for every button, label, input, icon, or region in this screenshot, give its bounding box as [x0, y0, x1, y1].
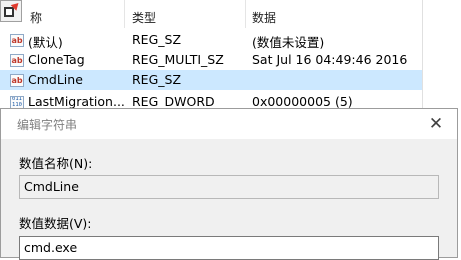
- string-value-icon: ab: [10, 54, 24, 67]
- row-type: REG_SZ: [132, 32, 182, 47]
- row-name: CmdLine: [28, 72, 83, 87]
- column-type-header[interactable]: 类型: [132, 9, 156, 26]
- app-logo-icon: [0, 0, 22, 22]
- row-name: (默认): [28, 35, 63, 50]
- row-type: REG_MULTI_SZ: [132, 52, 224, 67]
- registry-row-default[interactable]: ab (默认) REG_SZ (数值未设置): [0, 30, 430, 50]
- close-icon[interactable]: ✕: [425, 114, 447, 134]
- column-divider[interactable]: [245, 0, 246, 28]
- value-name-field: CmdLine: [19, 175, 439, 199]
- row-type: REG_SZ: [132, 72, 182, 87]
- registry-value-list: 称 类型 数据 ab (默认) REG_SZ (数值未设置) ab CloneT…: [0, 0, 431, 112]
- row-name: CloneTag: [28, 52, 85, 67]
- vertical-scrollbar[interactable]: [422, 0, 431, 112]
- column-header: 称 类型 数据: [0, 0, 430, 28]
- value-data-input[interactable]: cmd.exe: [19, 236, 439, 260]
- value-name-label: 数值名称(N):: [19, 156, 93, 171]
- column-name-header[interactable]: 称: [30, 9, 42, 26]
- column-data-header[interactable]: 数据: [252, 9, 276, 26]
- row-data: (数值未设置): [252, 35, 325, 50]
- registry-row-clonetag[interactable]: ab CloneTag REG_MULTI_SZ Sat Jul 16 04:4…: [0, 50, 430, 70]
- string-value-icon: ab: [10, 74, 24, 87]
- string-value-icon: ab: [10, 34, 24, 47]
- logo-square-icon: [4, 7, 14, 17]
- row-data: 0x00000005 (5): [252, 94, 353, 109]
- dialog-titlebar[interactable]: 编辑字符串 ✕: [1, 109, 457, 139]
- edit-string-dialog: 编辑字符串 ✕ 数值名称(N): CmdLine 数值数据(V): cmd.ex…: [0, 108, 458, 260]
- value-data-label: 数值数据(V):: [19, 216, 92, 231]
- row-data: Sat Jul 16 04:49:46 2016: [252, 52, 408, 67]
- registry-row-cmdline[interactable]: ab CmdLine REG_SZ: [0, 70, 430, 90]
- row-type: REG_DWORD: [132, 94, 215, 109]
- row-name: LastMigration...: [28, 94, 125, 109]
- dialog-title: 编辑字符串: [17, 118, 78, 132]
- column-divider[interactable]: [124, 0, 125, 28]
